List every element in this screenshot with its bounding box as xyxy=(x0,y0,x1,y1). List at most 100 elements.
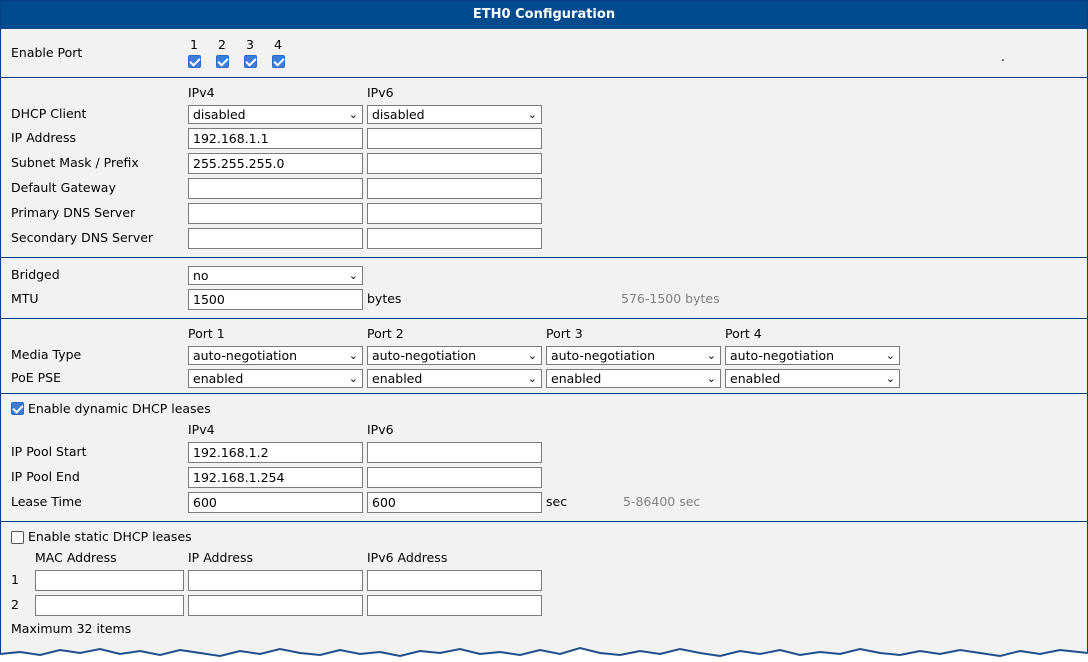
port-number-2: 2 xyxy=(218,37,226,52)
config-panel: ETH0 Configuration Enable Port 1 2 3 4 .… xyxy=(0,0,1088,661)
lease-time-label: Lease Time xyxy=(11,494,82,509)
primary-dns-label: Primary DNS Server xyxy=(11,205,136,220)
bridged-label: Bridged xyxy=(11,267,60,282)
torn-edge xyxy=(0,646,1088,662)
section-divider xyxy=(1,318,1087,319)
static-row-number: 1 xyxy=(11,572,19,587)
media-type-port-2-select[interactable]: auto-negotiation ⌄ xyxy=(367,346,542,365)
mtu-input[interactable] xyxy=(188,289,363,310)
poe-pse-port-3-value: enabled xyxy=(551,371,602,386)
dhcp-client-ipv4-select[interactable]: disabled ⌄ xyxy=(188,105,363,124)
media-type-port-2-value: auto-negotiation xyxy=(372,348,477,363)
static-row-2-mac-input[interactable] xyxy=(35,595,184,616)
bridged-select[interactable]: no ⌄ xyxy=(188,266,363,285)
media-type-label: Media Type xyxy=(11,347,82,362)
section-divider xyxy=(1,521,1087,522)
static-row-2-ip-input[interactable] xyxy=(188,595,363,616)
port-4-header: Port 4 xyxy=(725,326,762,341)
poe-pse-port-4-select[interactable]: enabled ⌄ xyxy=(725,369,900,388)
ip-pool-start-ipv6-input[interactable] xyxy=(367,442,542,463)
poe-pse-port-2-value: enabled xyxy=(372,371,423,386)
poe-pse-port-1-select[interactable]: enabled ⌄ xyxy=(188,369,363,388)
stray-dot: . xyxy=(1001,49,1005,64)
enable-port-label: Enable Port xyxy=(11,45,83,60)
poe-pse-port-3-select[interactable]: enabled ⌄ xyxy=(546,369,721,388)
chevron-down-icon: ⌄ xyxy=(527,349,537,362)
chevron-down-icon: ⌄ xyxy=(348,372,358,385)
lease-time-ipv6-input[interactable] xyxy=(367,492,542,513)
media-type-port-3-value: auto-negotiation xyxy=(551,348,656,363)
poe-pse-port-2-select[interactable]: enabled ⌄ xyxy=(367,369,542,388)
port-2-header: Port 2 xyxy=(367,326,404,341)
ip-pool-end-ipv4-input[interactable] xyxy=(188,467,363,488)
media-type-port-4-value: auto-negotiation xyxy=(730,348,835,363)
mtu-hint: 576-1500 bytes xyxy=(621,291,720,306)
section-divider xyxy=(1,77,1087,78)
mtu-unit: bytes xyxy=(367,291,402,306)
default-gateway-ipv6-input[interactable] xyxy=(367,178,542,199)
primary-dns-ipv6-input[interactable] xyxy=(367,203,542,224)
chevron-down-icon: ⌄ xyxy=(706,372,716,385)
section-divider xyxy=(1,257,1087,258)
port-number-4: 4 xyxy=(274,37,282,52)
chevron-down-icon: ⌄ xyxy=(527,372,537,385)
chevron-down-icon: ⌄ xyxy=(885,349,895,362)
bridged-value: no xyxy=(193,268,209,283)
port-1-header: Port 1 xyxy=(188,326,225,341)
lease-time-ipv4-input[interactable] xyxy=(188,492,363,513)
section-divider xyxy=(1,393,1087,394)
enable-static-dhcp-checkbox[interactable] xyxy=(11,531,24,544)
chevron-down-icon: ⌄ xyxy=(527,108,537,121)
primary-dns-ipv4-input[interactable] xyxy=(188,203,363,224)
secondary-dns-label: Secondary DNS Server xyxy=(11,230,154,245)
ipv6-address-column-header: IPv6 Address xyxy=(367,550,448,565)
subnet-mask-ipv4-input[interactable] xyxy=(188,153,363,174)
dhcp-ipv4-column-header: IPv4 xyxy=(188,422,215,437)
static-row-1-ip-input[interactable] xyxy=(188,570,363,591)
enable-port-3-checkbox[interactable] xyxy=(244,55,257,68)
secondary-dns-ipv6-input[interactable] xyxy=(367,228,542,249)
static-row-1-ipv6-input[interactable] xyxy=(367,570,542,591)
subnet-mask-label: Subnet Mask / Prefix xyxy=(11,155,139,170)
maximum-items-note: Maximum 32 items xyxy=(11,621,132,636)
ip-pool-end-ipv6-input[interactable] xyxy=(367,467,542,488)
media-type-port-4-select[interactable]: auto-negotiation ⌄ xyxy=(725,346,900,365)
poe-pse-label: PoE PSE xyxy=(11,370,61,385)
lease-time-unit: sec xyxy=(546,494,568,509)
prefix-ipv6-input[interactable] xyxy=(367,153,542,174)
chevron-down-icon: ⌄ xyxy=(706,349,716,362)
port-number-1: 1 xyxy=(190,37,198,52)
port-number-3: 3 xyxy=(246,37,254,52)
enable-static-dhcp-label: Enable static DHCP leases xyxy=(28,529,192,544)
chevron-down-icon: ⌄ xyxy=(348,108,358,121)
dhcp-ipv6-column-header: IPv6 xyxy=(367,422,394,437)
dhcp-client-ipv4-value: disabled xyxy=(193,107,246,122)
ip-address-label: IP Address xyxy=(11,130,76,145)
mtu-label: MTU xyxy=(11,291,39,306)
static-row-2-ipv6-input[interactable] xyxy=(367,595,542,616)
mac-address-column-header: MAC Address xyxy=(35,550,117,565)
panel-title: ETH0 Configuration xyxy=(1,1,1087,29)
ip-address-ipv4-input[interactable] xyxy=(188,128,363,149)
enable-port-1-checkbox[interactable] xyxy=(188,55,201,68)
secondary-dns-ipv4-input[interactable] xyxy=(188,228,363,249)
chevron-down-icon: ⌄ xyxy=(885,372,895,385)
ipv4-column-header: IPv4 xyxy=(188,85,215,100)
enable-port-4-checkbox[interactable] xyxy=(272,55,285,68)
ip-address-column-header: IP Address xyxy=(188,550,253,565)
ip-pool-start-label: IP Pool Start xyxy=(11,444,87,459)
enable-dynamic-dhcp-label: Enable dynamic DHCP leases xyxy=(28,401,211,416)
port-3-header: Port 3 xyxy=(546,326,583,341)
default-gateway-ipv4-input[interactable] xyxy=(188,178,363,199)
enable-port-2-checkbox[interactable] xyxy=(216,55,229,68)
ip-pool-start-ipv4-input[interactable] xyxy=(188,442,363,463)
dhcp-client-ipv6-value: disabled xyxy=(372,107,425,122)
dhcp-client-ipv6-select[interactable]: disabled ⌄ xyxy=(367,105,542,124)
ip-address-ipv6-input[interactable] xyxy=(367,128,542,149)
ipv6-column-header: IPv6 xyxy=(367,85,394,100)
static-row-1-mac-input[interactable] xyxy=(35,570,184,591)
enable-dynamic-dhcp-checkbox[interactable] xyxy=(11,402,24,415)
lease-time-hint: 5-86400 sec xyxy=(623,494,701,509)
media-type-port-3-select[interactable]: auto-negotiation ⌄ xyxy=(546,346,721,365)
media-type-port-1-select[interactable]: auto-negotiation ⌄ xyxy=(188,346,363,365)
